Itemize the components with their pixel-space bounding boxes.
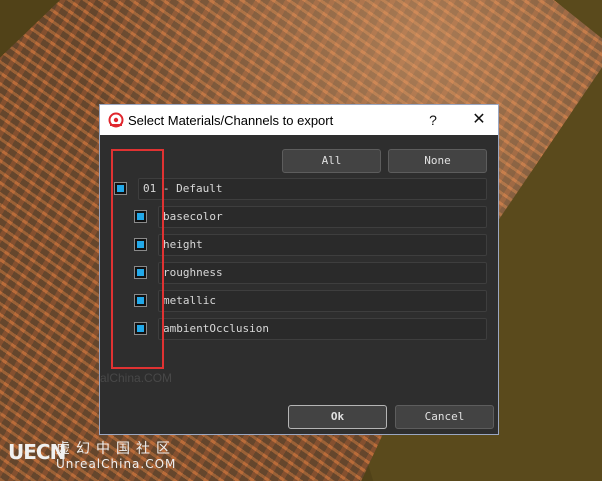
channel-label-ambient-occlusion: ambientOcclusion [158, 318, 487, 340]
cancel-button[interactable]: Cancel [395, 405, 494, 429]
watermark-chinese: 虚幻中国社区 [56, 441, 176, 457]
select-all-button[interactable]: All [282, 149, 381, 173]
channel-label-roughness: roughness [158, 262, 487, 284]
select-none-button[interactable]: None [388, 149, 487, 173]
close-button[interactable]: ✕ [462, 105, 496, 135]
channel-label-metallic: metallic [158, 290, 487, 312]
material-name: 01 - Default [138, 178, 487, 200]
channel-label-basecolor: basecolor [158, 206, 487, 228]
dialog-title: Select Materials/Channels to export [128, 113, 334, 128]
watermark-english: UnrealChina.COM [56, 457, 177, 471]
title-bar[interactable]: Select Materials/Channels to export ? ✕ [100, 105, 498, 135]
faint-watermark: alChina.COM [100, 371, 173, 385]
channel-label-height: height [158, 234, 487, 256]
ok-button[interactable]: Ok [288, 405, 387, 429]
substance-app-icon [108, 112, 124, 128]
checkbox-highlight-annotation [111, 149, 164, 369]
help-button[interactable]: ? [420, 105, 446, 135]
watermark: UECN 虚幻中国社区 UnrealChina.COM [8, 438, 188, 474]
export-dialog: Select Materials/Channels to export ? ✕ … [99, 104, 499, 435]
